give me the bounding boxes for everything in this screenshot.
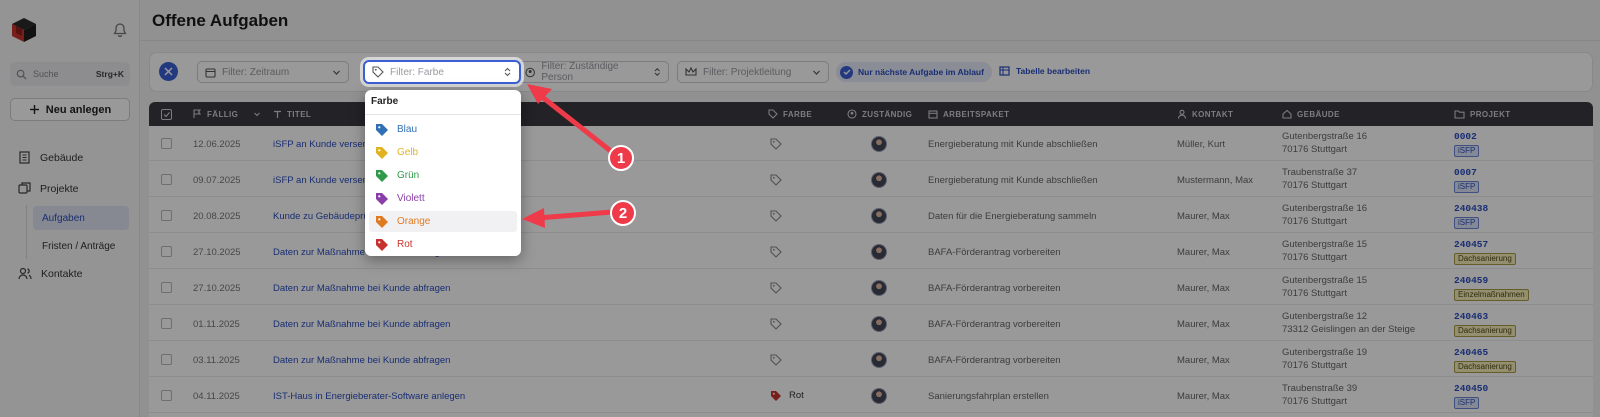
arrow-1: [527, 84, 615, 155]
annotation-marker-2: 2: [610, 200, 636, 226]
arrow-2: [522, 208, 615, 228]
annotation-marker-1: 1: [608, 145, 634, 171]
annotation-arrows: [522, 84, 615, 228]
